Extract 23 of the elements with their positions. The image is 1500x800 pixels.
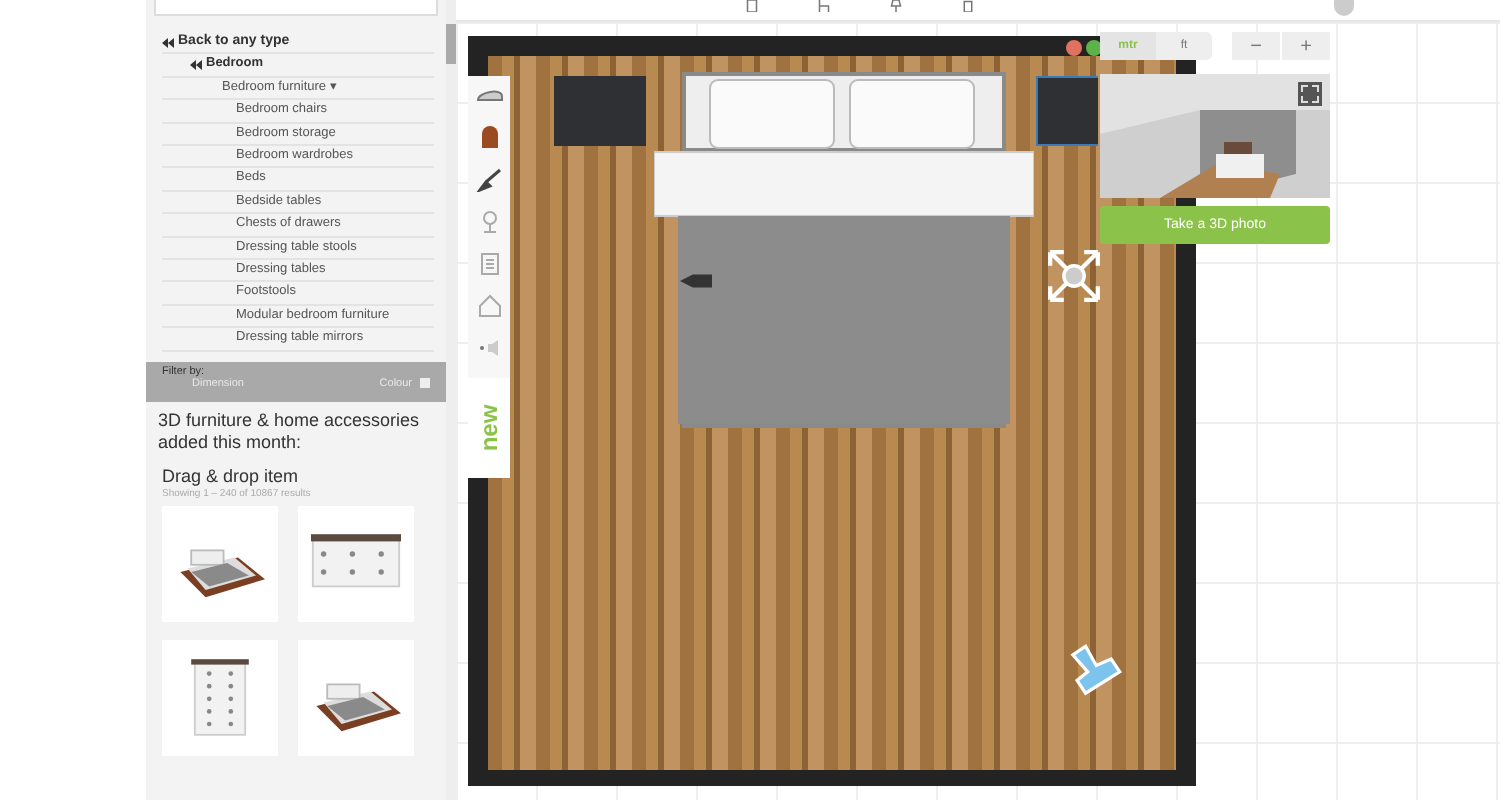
document-icon[interactable] (746, 0, 758, 12)
zoom-out-button[interactable]: − (1232, 32, 1280, 60)
product-tile[interactable] (298, 639, 414, 756)
pointer-icon (680, 274, 712, 288)
double-left-arrow-icon (190, 60, 202, 71)
paintbrush-icon[interactable] (475, 168, 503, 192)
nightstand[interactable] (1036, 76, 1098, 146)
scrollbar-thumb[interactable] (446, 24, 456, 64)
product-tile[interactable] (162, 639, 278, 756)
chair-icon[interactable] (818, 0, 830, 12)
product-tile[interactable] (298, 505, 414, 622)
product-tile[interactable] (162, 505, 278, 622)
drag-drop-title: Drag & drop item (160, 463, 301, 486)
clipboard-icon[interactable] (475, 252, 503, 276)
section-heading: 3D furniture & home accessories added this month: (156, 407, 422, 454)
trash-icon[interactable] (962, 0, 974, 12)
zoom-in-button[interactable]: + (1282, 32, 1330, 60)
lamp-icon[interactable] (890, 0, 902, 12)
bed-drawing[interactable] (654, 72, 1034, 432)
fullscreen-icon[interactable] (1298, 82, 1322, 106)
colour-checkbox[interactable] (420, 378, 430, 389)
search-field[interactable] (154, 0, 438, 16)
double-left-arrow-icon (162, 37, 174, 48)
